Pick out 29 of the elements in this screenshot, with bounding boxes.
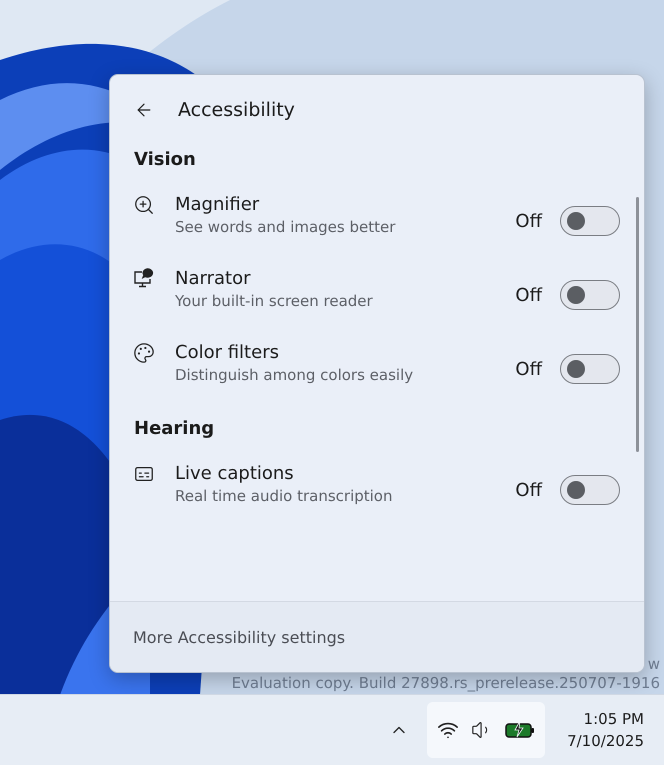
desktop-watermark-text: Evaluation copy. Build 27898.rs_prerelease.250707-1916 [232,674,660,694]
quick-settings-button[interactable] [427,702,546,758]
more-settings-link[interactable]: More Accessibility settings [133,628,346,646]
toggle-state-label: Off [515,284,542,306]
setting-description: Real time audio transcription [175,487,394,505]
setting-name: Color filters [175,342,280,363]
section-title: Vision [133,149,197,170]
clock-button[interactable]: 1:05 PM 7/10/2025 [555,710,650,750]
toggle-state-label: Off [515,358,542,380]
toggle-switch[interactable] [560,354,620,384]
scrollbar[interactable] [636,197,639,452]
panel-title: Accessibility [178,99,295,121]
toggle-state-label: Off [515,480,542,500]
toggle-switch[interactable] [560,206,620,236]
palette-icon [133,342,155,364]
toggle-switch[interactable] [560,475,620,505]
setting-name: Magnifier [175,194,260,215]
battery-charging-icon [505,721,536,740]
toggle-switch[interactable] [560,280,620,310]
setting-name: Narrator [175,268,252,289]
setting-description: Distinguish among colors easily [175,366,414,384]
monitor-speech-icon [133,268,155,290]
setting-name: Live captions [175,463,295,484]
magnifier-icon [133,194,155,216]
setting-description: See words and images better [175,218,396,236]
section-title: Hearing [133,418,216,439]
toggle-state-label: Off [515,210,542,232]
setting-description: Your built-in screen reader [175,292,374,310]
desktop-watermark-text: w [648,655,660,674]
